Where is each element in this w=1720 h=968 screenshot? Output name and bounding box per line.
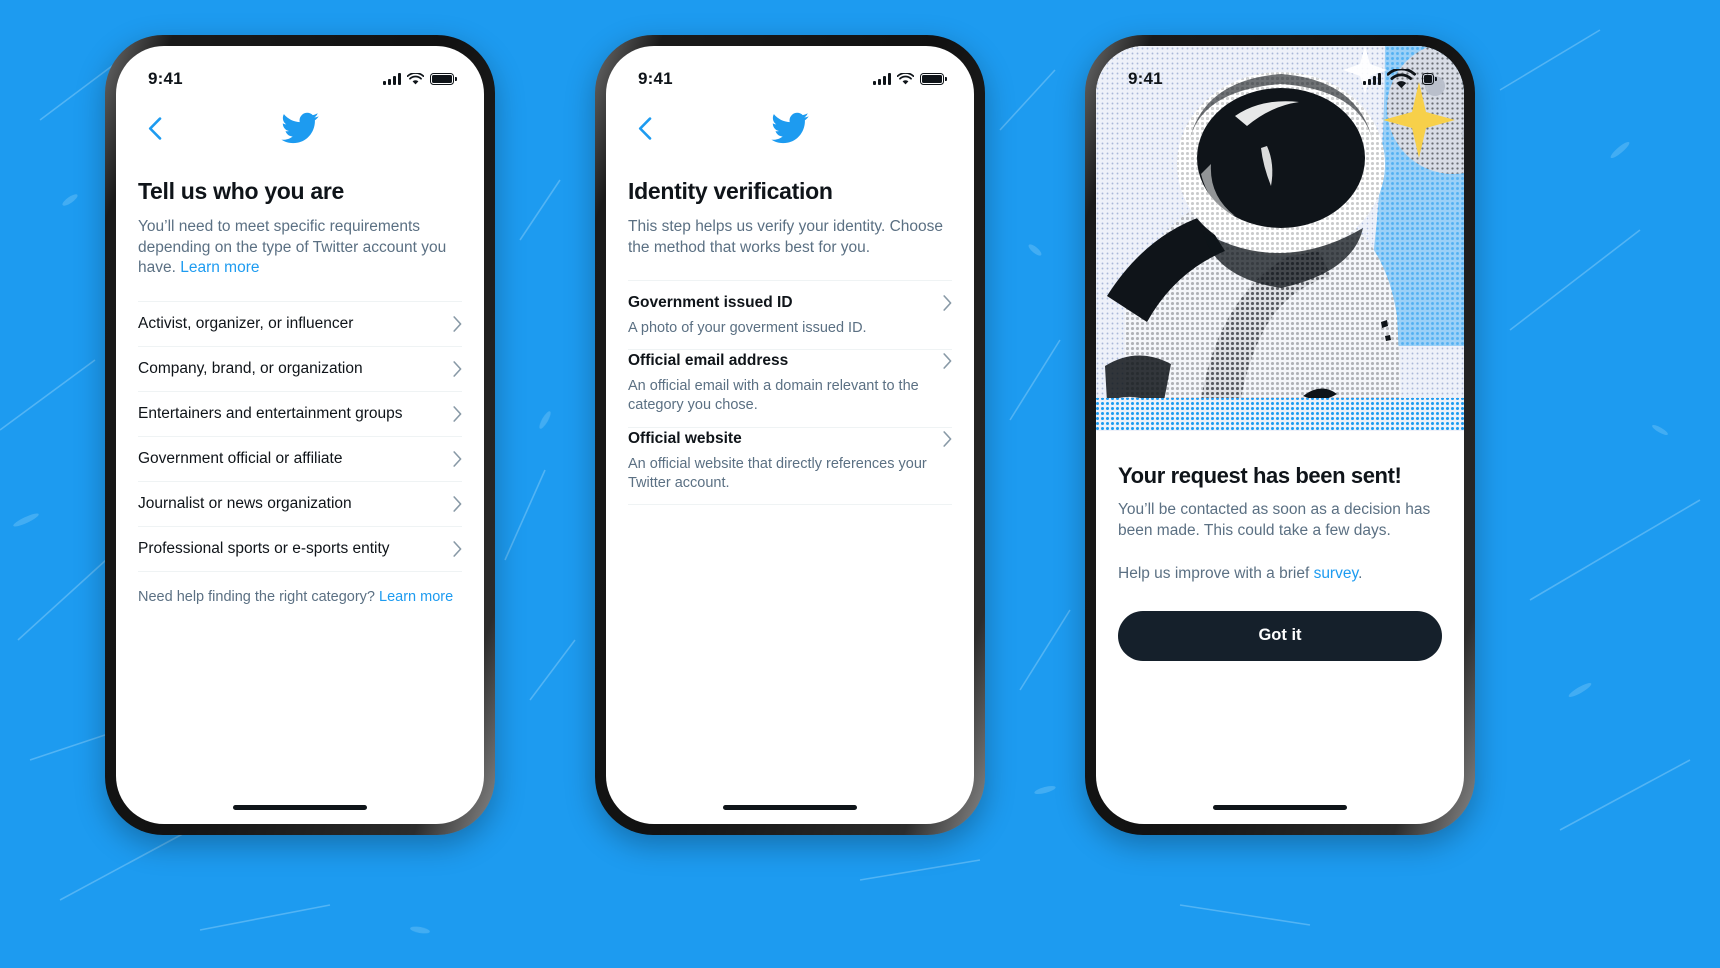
screen-content-1: Tell us who you are You’ll need to meet …: [116, 178, 484, 605]
method-row-official-email[interactable]: Official email address An official email…: [628, 350, 952, 428]
method-head: Official website: [628, 430, 952, 448]
status-bar: 9:41: [606, 46, 974, 100]
chevron-right-icon: [453, 451, 462, 467]
category-row-activist[interactable]: Activist, organizer, or influencer: [138, 300, 462, 347]
method-row-government-id[interactable]: Government issued ID A photo of your gov…: [628, 280, 952, 351]
category-label: Professional sports or e-sports entity: [138, 539, 390, 557]
screen-content-3: Your request has been sent! You’ll be co…: [1096, 463, 1464, 661]
battery-full-icon: [1421, 72, 1438, 85]
help-line: Need help finding the right category? Le…: [138, 589, 462, 605]
status-clock: 9:41: [1128, 69, 1163, 88]
twitter-bird-icon: [281, 112, 319, 144]
method-row-official-website[interactable]: Official website An official website tha…: [628, 428, 952, 505]
status-icons: [1363, 68, 1438, 89]
method-title: Official email address: [628, 352, 789, 370]
method-description: A photo of your goverment issued ID.: [628, 320, 867, 337]
home-indicator: [1213, 805, 1347, 810]
astronaut-halftone-illustration: 9:41: [1096, 46, 1464, 431]
success-subtitle: You’ll be contacted as soon as a decisio…: [1118, 501, 1431, 539]
chevron-right-icon: [453, 316, 462, 332]
wifi-icon: [407, 73, 424, 85]
method-head: Government issued ID: [628, 294, 952, 312]
chevron-right-icon: [943, 295, 952, 312]
method-description: An official email with a domain relevant…: [628, 378, 919, 414]
back-button[interactable]: [138, 111, 172, 145]
home-indicator: [723, 805, 857, 810]
status-clock: 9:41: [148, 69, 183, 88]
nav-bar-2: [606, 100, 974, 156]
chevron-right-icon: [943, 353, 952, 370]
phone-device-2: 9:41 Identity verification This step hel…: [595, 35, 985, 835]
category-label: Government official or affiliate: [138, 449, 343, 467]
learn-more-link[interactable]: Learn more: [180, 259, 259, 276]
status-clock: 9:41: [638, 69, 673, 88]
page-title: Tell us who you are: [138, 178, 345, 204]
status-bar: 9:41: [1096, 46, 1464, 100]
phone-screen-3: 9:41 Your request has been sent! You’ll …: [1096, 46, 1464, 824]
page-subtitle: This step helps us verify your identity.…: [628, 218, 944, 256]
status-icons: [873, 73, 947, 85]
chevron-left-icon: [638, 116, 652, 140]
chevron-right-icon: [943, 430, 952, 447]
status-icons: [383, 73, 457, 85]
survey-link[interactable]: survey: [1314, 565, 1359, 582]
back-button[interactable]: [628, 111, 662, 145]
survey-text: Help us improve with a brief: [1118, 564, 1314, 582]
category-label: Journalist or news organization: [138, 494, 352, 512]
wifi-icon: [1387, 68, 1416, 89]
chevron-right-icon: [453, 496, 462, 512]
battery-full-icon: [920, 73, 947, 85]
method-title: Official website: [628, 429, 742, 447]
screen-content-2: Identity verification This step helps us…: [606, 178, 974, 505]
chevron-left-icon: [148, 116, 162, 140]
category-row-government[interactable]: Government official or affiliate: [138, 437, 462, 482]
wifi-icon: [897, 73, 914, 85]
category-row-entertainers[interactable]: Entertainers and entertainment groups: [138, 392, 462, 437]
phone-screen-1: 9:41 Tell us who you are You’ll need to …: [116, 46, 484, 824]
category-row-journalist[interactable]: Journalist or news organization: [138, 482, 462, 527]
category-row-company[interactable]: Company, brand, or organization: [138, 347, 462, 392]
help-learn-more-link[interactable]: Learn more: [379, 589, 453, 605]
status-bar: 9:41: [116, 46, 484, 100]
got-it-button[interactable]: Got it: [1118, 610, 1442, 661]
category-label: Entertainers and entertainment groups: [138, 404, 403, 422]
page-title: Identity verification: [628, 178, 833, 204]
phone-device-1: 9:41 Tell us who you are You’ll need to …: [105, 35, 495, 835]
chevron-right-icon: [453, 406, 462, 422]
chevron-right-icon: [453, 541, 462, 557]
category-label: Company, brand, or organization: [138, 359, 363, 377]
help-line-text: Need help finding the right category?: [138, 588, 380, 605]
category-row-sports[interactable]: Professional sports or e-sports entity: [138, 527, 462, 572]
success-title: Your request has been sent!: [1118, 463, 1402, 488]
twitter-bird-icon: [771, 112, 809, 144]
survey-line: Help us improve with a brief survey.: [1118, 564, 1442, 585]
method-description: An official website that directly refere…: [628, 455, 927, 491]
nav-bar-1: [116, 100, 484, 156]
signal-bars-icon: [1363, 72, 1381, 85]
chevron-right-icon: [453, 361, 462, 377]
method-title: Government issued ID: [628, 294, 793, 312]
signal-bars-icon: [383, 73, 401, 85]
battery-full-icon: [430, 73, 457, 85]
verification-method-list: Government issued ID A photo of your gov…: [628, 280, 952, 505]
home-indicator: [233, 805, 367, 810]
category-list: Activist, organizer, or influencer Compa…: [138, 300, 462, 572]
method-head: Official email address: [628, 352, 952, 370]
category-label: Activist, organizer, or influencer: [138, 314, 354, 332]
phone-device-3: 9:41 Your request has been sent! You’ll …: [1085, 35, 1475, 835]
signal-bars-icon: [873, 73, 891, 85]
phone-screen-2: 9:41 Identity verification This step hel…: [606, 46, 974, 824]
page-subtitle: You’ll need to meet specific requirement…: [138, 217, 462, 279]
survey-tail: .: [1358, 564, 1363, 582]
